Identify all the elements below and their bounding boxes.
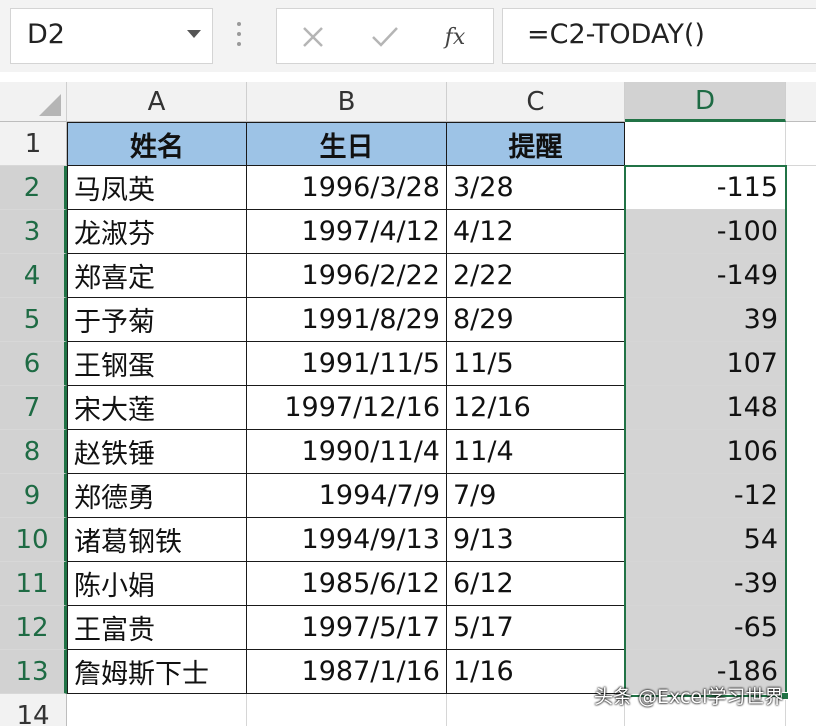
cell-b14[interactable] <box>247 694 447 726</box>
cell-b12[interactable]: 1997/5/17 <box>247 606 447 650</box>
name-box[interactable]: D2 <box>10 8 213 64</box>
row-header-14[interactable]: 14 <box>0 694 67 726</box>
cell-d8[interactable]: 106 <box>625 430 786 474</box>
row-header-13[interactable]: 13 <box>0 650 67 694</box>
cell-d5[interactable]: 39 <box>625 298 786 342</box>
formula-buttons: fx <box>276 8 494 64</box>
cell-c8[interactable]: 11/4 <box>447 430 625 474</box>
header-birthday[interactable]: 生日 <box>247 122 447 166</box>
cell-c11[interactable]: 6/12 <box>447 562 625 606</box>
cell-b9[interactable]: 1994/7/9 <box>247 474 447 518</box>
cell-b11[interactable]: 1985/6/12 <box>247 562 447 606</box>
row-header-4[interactable]: 4 <box>0 254 67 298</box>
row-header-2[interactable]: 2 <box>0 166 67 210</box>
cell-a9[interactable]: 郑德勇 <box>67 474 247 518</box>
cell-d4[interactable]: -149 <box>625 254 786 298</box>
row-header-6[interactable]: 6 <box>0 342 67 386</box>
cell-c5[interactable]: 8/29 <box>447 298 625 342</box>
cell-d10[interactable]: 54 <box>625 518 786 562</box>
formula-bar: D2 fx =C2-TODAY() <box>0 0 816 72</box>
cancel-button[interactable] <box>293 17 333 57</box>
cell-a2[interactable]: 马凤英 <box>67 166 247 210</box>
cell-d9[interactable]: -12 <box>625 474 786 518</box>
cell-d7[interactable]: 148 <box>625 386 786 430</box>
row-header-5[interactable]: 5 <box>0 298 67 342</box>
column-header-e[interactable] <box>786 82 816 122</box>
cell-b3[interactable]: 1997/4/12 <box>247 210 447 254</box>
close-icon <box>303 27 323 47</box>
row-header-11[interactable]: 11 <box>0 562 67 606</box>
row-header-8[interactable]: 8 <box>0 430 67 474</box>
cell-c3[interactable]: 4/12 <box>447 210 625 254</box>
formula-text: =C2-TODAY() <box>527 19 705 50</box>
chevron-down-icon[interactable] <box>187 30 201 38</box>
row-header-3[interactable]: 3 <box>0 210 67 254</box>
cell-b4[interactable]: 1996/2/22 <box>247 254 447 298</box>
cell-c9[interactable]: 7/9 <box>447 474 625 518</box>
row-header-9[interactable]: 9 <box>0 474 67 518</box>
insert-function-button[interactable]: fx <box>435 17 475 57</box>
cell-a5[interactable]: 于予菊 <box>67 298 247 342</box>
row-header-1[interactable]: 1 <box>0 122 67 166</box>
select-all-icon <box>39 94 61 116</box>
row-header-7[interactable]: 7 <box>0 386 67 430</box>
cell-c12[interactable]: 5/17 <box>447 606 625 650</box>
cell-d3[interactable]: -100 <box>625 210 786 254</box>
cell-a7[interactable]: 宋大莲 <box>67 386 247 430</box>
formula-input[interactable]: =C2-TODAY() <box>502 8 816 64</box>
column-header-d[interactable]: D <box>625 82 786 122</box>
cell-a11[interactable]: 陈小娟 <box>67 562 247 606</box>
select-all-button[interactable] <box>0 82 67 122</box>
cell-c2[interactable]: 3/28 <box>447 166 625 210</box>
enter-button[interactable] <box>365 17 405 57</box>
cell-b7[interactable]: 1997/12/16 <box>247 386 447 430</box>
cell-b13[interactable]: 1987/1/16 <box>247 650 447 694</box>
cell-d12[interactable]: -65 <box>625 606 786 650</box>
cell-a8[interactable]: 赵铁锤 <box>67 430 247 474</box>
cell-c10[interactable]: 9/13 <box>447 518 625 562</box>
fx-icon: fx <box>444 24 466 50</box>
cell-b8[interactable]: 1990/11/4 <box>247 430 447 474</box>
cell-a4[interactable]: 郑喜定 <box>67 254 247 298</box>
name-box-value: D2 <box>27 19 65 50</box>
cell-e1[interactable] <box>786 122 816 166</box>
cell-c7[interactable]: 12/16 <box>447 386 625 430</box>
header-name[interactable]: 姓名 <box>67 122 247 166</box>
cell-d1[interactable] <box>625 122 786 166</box>
cell-b6[interactable]: 1991/11/5 <box>247 342 447 386</box>
checkmark-icon <box>372 27 398 47</box>
formula-bar-grip-icon[interactable] <box>236 22 242 50</box>
cell-a3[interactable]: 龙淑芬 <box>67 210 247 254</box>
cell-d2[interactable]: -115 <box>625 166 786 210</box>
cell-c4[interactable]: 2/22 <box>447 254 625 298</box>
watermark: 头条 @Excel学习世界 <box>594 686 784 708</box>
cell-a14[interactable] <box>67 694 247 726</box>
column-header-c[interactable]: C <box>447 82 625 122</box>
row-header-10[interactable]: 10 <box>0 518 67 562</box>
row-header-12[interactable]: 12 <box>0 606 67 650</box>
cell-a12[interactable]: 王富贵 <box>67 606 247 650</box>
cell-b2[interactable]: 1996/3/28 <box>247 166 447 210</box>
cell-b5[interactable]: 1991/8/29 <box>247 298 447 342</box>
cell-a10[interactable]: 诸葛钢铁 <box>67 518 247 562</box>
cell-a13[interactable]: 詹姆斯下士 <box>67 650 247 694</box>
cell-c6[interactable]: 11/5 <box>447 342 625 386</box>
cell-b10[interactable]: 1994/9/13 <box>247 518 447 562</box>
header-reminder[interactable]: 提醒 <box>447 122 625 166</box>
cell-a6[interactable]: 王钢蛋 <box>67 342 247 386</box>
cell-d11[interactable]: -39 <box>625 562 786 606</box>
cell-d6[interactable]: 107 <box>625 342 786 386</box>
column-header-a[interactable]: A <box>67 82 247 122</box>
column-header-b[interactable]: B <box>247 82 447 122</box>
